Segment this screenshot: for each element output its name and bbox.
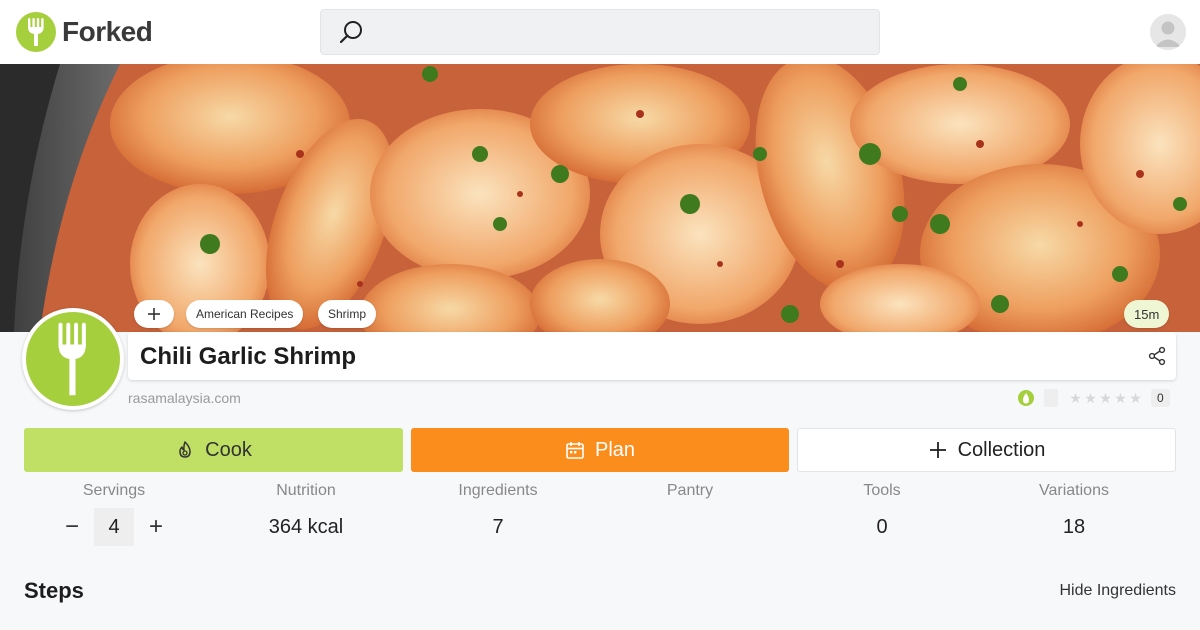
star-icon[interactable]: ★ bbox=[1068, 390, 1083, 407]
pantry-stat[interactable]: Pantry bbox=[600, 482, 780, 516]
star-icon[interactable]: ★ bbox=[1083, 390, 1098, 407]
tools-count: 0 bbox=[876, 516, 888, 538]
recipe-hero-image bbox=[0, 64, 1200, 332]
share-icon[interactable] bbox=[1148, 346, 1166, 366]
avatar-icon bbox=[1155, 21, 1181, 47]
servings-stepper[interactable]: − 4 + bbox=[56, 508, 172, 546]
recipe-source-link[interactable]: rasamalaysia.com bbox=[128, 390, 241, 406]
recipe-title: Chili Garlic Shrimp bbox=[140, 343, 357, 370]
decrease-servings-button[interactable]: − bbox=[56, 508, 88, 546]
flame-icon bbox=[1018, 390, 1034, 406]
rating-count: 0 bbox=[1151, 389, 1170, 407]
cook-time-badge: 15m bbox=[1124, 300, 1170, 328]
tools-label: Tools bbox=[863, 482, 901, 499]
plan-button[interactable]: Plan bbox=[411, 428, 789, 472]
servings-stat: Servings bbox=[24, 482, 204, 500]
variations-label: Variations bbox=[1039, 482, 1109, 499]
rating-indicator bbox=[1044, 389, 1058, 407]
tools-stat[interactable]: Tools 0 bbox=[792, 482, 972, 539]
plan-button-label: Plan bbox=[594, 438, 636, 461]
cook-button-label: Cook bbox=[205, 438, 252, 461]
recipe-title-card: Chili Garlic Shrimp bbox=[128, 332, 1176, 380]
ingredients-label: Ingredients bbox=[458, 482, 538, 499]
hide-ingredients-toggle[interactable]: Hide Ingredients bbox=[1059, 582, 1176, 600]
nutrition-stat[interactable]: Nutrition 364 kcal bbox=[216, 482, 396, 539]
plus-icon bbox=[929, 442, 946, 458]
add-tag-button[interactable] bbox=[134, 300, 174, 328]
star-icon[interactable]: ★ bbox=[1113, 390, 1128, 407]
plus-icon bbox=[148, 308, 160, 320]
search-icon bbox=[339, 21, 362, 44]
steps-heading: Steps bbox=[24, 578, 84, 603]
ingredients-stat[interactable]: Ingredients 7 bbox=[408, 482, 588, 539]
flame-icon bbox=[179, 441, 191, 458]
tag-chip[interactable]: Shrimp bbox=[318, 300, 377, 328]
servings-label: Servings bbox=[82, 482, 146, 499]
star-icon[interactable]: ★ bbox=[1098, 390, 1113, 407]
calendar-icon bbox=[566, 442, 584, 459]
variations-stat[interactable]: Variations 18 bbox=[984, 482, 1164, 539]
ingredients-count: 7 bbox=[492, 516, 504, 538]
increase-servings-button[interactable]: + bbox=[140, 508, 172, 546]
collection-button-label: Collection bbox=[957, 438, 1046, 461]
app-name: Forked bbox=[62, 16, 153, 47]
nutrition-label: Nutrition bbox=[276, 482, 336, 499]
search-bar[interactable] bbox=[320, 9, 880, 55]
pantry-label: Pantry bbox=[666, 482, 714, 499]
recipe-source-logo bbox=[22, 308, 124, 410]
search-input[interactable] bbox=[377, 10, 867, 54]
top-bar: Forked bbox=[0, 0, 1200, 64]
star-rating[interactable]: ★ ★ ★ ★ ★ bbox=[1068, 390, 1143, 407]
tag-chip[interactable]: American Recipes bbox=[186, 300, 304, 328]
add-to-collection-button[interactable]: Collection bbox=[797, 428, 1176, 472]
variations-count: 18 bbox=[1062, 516, 1086, 538]
servings-value[interactable]: 4 bbox=[94, 508, 134, 546]
logo[interactable]: Forked bbox=[16, 12, 153, 52]
fork-icon bbox=[26, 312, 120, 406]
rating-bar: ★ ★ ★ ★ ★ 0 bbox=[1018, 388, 1170, 408]
fork-icon bbox=[16, 12, 56, 52]
nutrition-value: 364 kcal bbox=[268, 516, 344, 538]
cook-button[interactable]: Cook bbox=[24, 428, 403, 472]
star-icon[interactable]: ★ bbox=[1128, 390, 1143, 407]
avatar[interactable] bbox=[1150, 14, 1186, 50]
